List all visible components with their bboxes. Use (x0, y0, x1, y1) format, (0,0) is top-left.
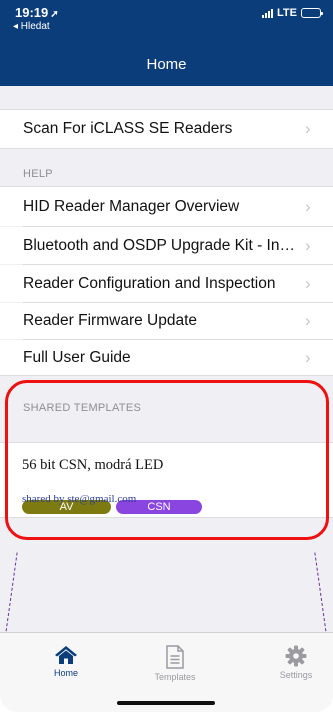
tab-templates-label: Templates (154, 672, 196, 682)
help-item-label: Reader Configuration and Inspection (23, 274, 276, 292)
scan-readers-label: Scan For iCLASS SE Readers (23, 120, 233, 137)
help-item-configuration[interactable]: Reader Configuration and Inspection › (0, 265, 333, 302)
signal-icon (262, 8, 274, 18)
help-item-label: Full User Guide (23, 348, 131, 366)
back-to-search-link[interactable]: ◂ Hledat (13, 21, 50, 32)
chevron-right-icon: › (305, 273, 311, 293)
help-section-header: HELP (23, 168, 53, 180)
tab-home[interactable]: Home (26, 645, 106, 678)
chevron-right-icon: › (305, 119, 311, 138)
status-time-text: 19:19 (15, 5, 49, 20)
highlight-annotation (5, 380, 329, 540)
battery-icon (301, 8, 323, 18)
status-time: 19:19 ➚ (15, 5, 59, 20)
location-arrow-icon: ➚ (50, 9, 59, 20)
status-indicators: LTE (262, 7, 323, 19)
chevron-right-icon: › (305, 311, 311, 330)
document-icon (166, 645, 184, 669)
tab-settings[interactable]: Settings (256, 645, 333, 680)
page-title: Home (146, 56, 187, 73)
help-item-label: HID Reader Manager Overview (23, 197, 240, 215)
tab-settings-label: Settings (279, 670, 313, 680)
help-item-upgrade-kit[interactable]: Bluetooth and OSDP Upgrade Kit - Install… (0, 227, 333, 264)
gear-icon (285, 645, 307, 667)
chevron-right-icon: › (305, 235, 311, 255)
help-item-firmware[interactable]: Reader Firmware Update › (0, 303, 333, 339)
home-indicator[interactable] (117, 701, 215, 705)
tab-templates[interactable]: Templates (135, 645, 215, 682)
tab-bar: Home Templates Settings (0, 632, 333, 712)
app-screen: 19:19 ➚ ◂ Hledat LTE Home Scan For iCLASS… (0, 0, 333, 712)
help-item-overview[interactable]: HID Reader Manager Overview › (0, 186, 333, 226)
chevron-right-icon: › (305, 196, 311, 216)
network-type: LTE (277, 7, 297, 19)
help-item-label: Reader Firmware Update (23, 312, 198, 329)
help-item-user-guide[interactable]: Full User Guide › (0, 340, 333, 376)
home-icon (55, 646, 77, 664)
chevron-right-icon: › (305, 347, 311, 367)
navigation-header: 19:19 ➚ ◂ Hledat LTE Home (0, 0, 333, 86)
help-item-label: Bluetooth and OSDP Upgrade Kit - Install… (23, 236, 305, 254)
tab-home-label: Home (53, 668, 78, 678)
scan-readers-row[interactable]: Scan For iCLASS SE Readers › (0, 109, 333, 149)
